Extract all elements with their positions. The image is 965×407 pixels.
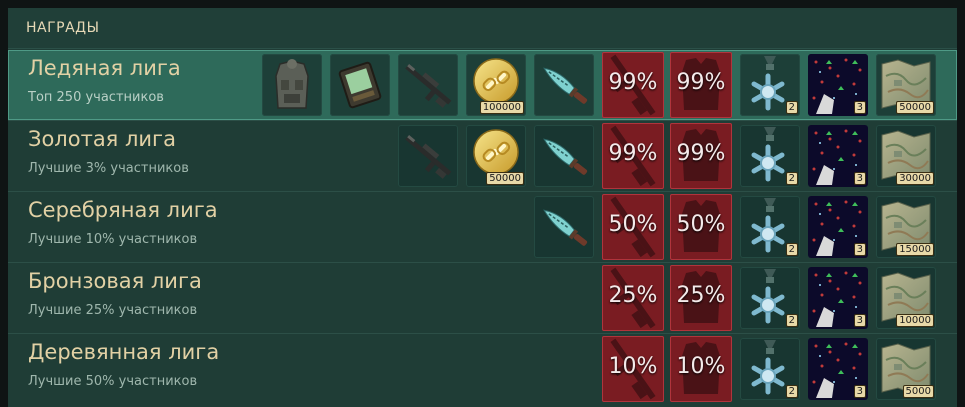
reward-armor-discount[interactable]: 50%	[670, 194, 732, 260]
reward-rifle[interactable]	[398, 54, 458, 116]
reward-armor-vest[interactable]	[262, 54, 322, 116]
league-row-wood[interactable]: Деревянная лига Лучшие 50% участников 10…	[8, 334, 957, 404]
discount-value: 25%	[608, 283, 658, 308]
reward-cards[interactable]: 3	[808, 125, 868, 187]
map-amount: 10000	[896, 314, 934, 327]
discount-value: 99%	[608, 141, 658, 166]
knife-icon	[534, 125, 594, 187]
reward-knife[interactable]	[534, 196, 594, 258]
reward-knife[interactable]	[534, 54, 594, 116]
map-amount: 30000	[896, 172, 934, 185]
reward-medal[interactable]: 2	[740, 125, 800, 187]
rifle-icon	[398, 54, 458, 116]
reward-cards[interactable]: 3	[808, 338, 868, 400]
discount-value: 99%	[676, 70, 726, 95]
reward-weapon-discount[interactable]: 25%	[602, 265, 664, 331]
reward-map[interactable]: 30000	[876, 125, 936, 187]
discount-value: 50%	[608, 212, 658, 237]
reward-armor-discount[interactable]: 99%	[670, 123, 732, 189]
panel-header: НАГРАДЫ	[8, 8, 957, 49]
league-name: Деревянная лига	[28, 340, 220, 364]
medal-count: 2	[785, 101, 798, 114]
reward-medal[interactable]: 2	[740, 196, 800, 258]
reward-medal[interactable]: 2	[740, 54, 800, 116]
league-row-silver[interactable]: Серебряная лига Лучшие 10% участников 50…	[8, 192, 957, 263]
medal-count: 2	[785, 314, 798, 327]
league-requirement: Лучшие 25% участников	[28, 303, 198, 318]
league-row-ice[interactable]: Ледяная лига Топ 250 участников 100000 9…	[8, 50, 957, 121]
reward-weapon-discount[interactable]: 99%	[602, 123, 664, 189]
discount-value: 10%	[676, 354, 726, 379]
panel-title: НАГРАДЫ	[26, 20, 100, 36]
reward-weapon-discount[interactable]: 10%	[602, 336, 664, 402]
reward-rifle[interactable]	[398, 125, 458, 187]
reward-cards[interactable]: 3	[808, 54, 868, 116]
reward-armor-discount[interactable]: 99%	[670, 52, 732, 118]
cards-count: 3	[853, 243, 866, 256]
reward-medal[interactable]: 2	[740, 338, 800, 400]
league-row-gold[interactable]: Золотая лига Лучшие 3% участников 50000 …	[8, 121, 957, 192]
reward-map[interactable]: 50000	[876, 54, 936, 116]
league-row-bronze[interactable]: Бронзовая лига Лучшие 25% участников 25%…	[8, 263, 957, 334]
league-requirement: Лучшие 50% участников	[28, 374, 198, 389]
knife-icon	[534, 196, 594, 258]
knife-icon	[534, 54, 594, 116]
rifle-icon	[398, 125, 458, 187]
cards-count: 3	[853, 172, 866, 185]
device-icon	[330, 54, 390, 116]
reward-coins[interactable]: 50000	[466, 125, 526, 187]
reward-map[interactable]: 10000	[876, 267, 936, 329]
reward-medal[interactable]: 2	[740, 267, 800, 329]
cards-count: 3	[853, 385, 866, 398]
league-requirement: Лучшие 10% участников	[28, 232, 198, 247]
coins-amount: 50000	[486, 172, 524, 185]
coins-amount: 100000	[479, 101, 524, 114]
discount-value: 50%	[676, 212, 726, 237]
league-requirement: Лучшие 3% участников	[28, 161, 189, 176]
reward-armor-discount[interactable]: 25%	[670, 265, 732, 331]
reward-device[interactable]	[330, 54, 390, 116]
league-name: Ледяная лига	[28, 56, 181, 80]
discount-value: 99%	[676, 141, 726, 166]
league-name: Бронзовая лига	[28, 269, 202, 293]
reward-map[interactable]: 15000	[876, 196, 936, 258]
map-amount: 15000	[896, 243, 934, 256]
cards-count: 3	[853, 314, 866, 327]
rewards-panel: НАГРАДЫ Ледяная лига Топ 250 участников …	[8, 8, 957, 407]
medal-count: 2	[785, 385, 798, 398]
reward-map[interactable]: 5000	[876, 338, 936, 400]
league-name: Золотая лига	[28, 127, 176, 151]
reward-armor-discount[interactable]: 10%	[670, 336, 732, 402]
armor-vest-icon	[262, 54, 322, 116]
league-requirement: Топ 250 участников	[28, 90, 164, 105]
reward-cards[interactable]: 3	[808, 196, 868, 258]
map-amount: 50000	[896, 101, 934, 114]
reward-cards[interactable]: 3	[808, 267, 868, 329]
reward-weapon-discount[interactable]: 99%	[602, 52, 664, 118]
medal-count: 2	[785, 243, 798, 256]
reward-weapon-discount[interactable]: 50%	[602, 194, 664, 260]
discount-value: 25%	[676, 283, 726, 308]
reward-knife[interactable]	[534, 125, 594, 187]
cards-count: 3	[853, 101, 866, 114]
reward-coins[interactable]: 100000	[466, 54, 526, 116]
medal-count: 2	[785, 172, 798, 185]
map-amount: 5000	[902, 385, 934, 398]
league-name: Серебряная лига	[28, 198, 218, 222]
discount-value: 99%	[608, 70, 658, 95]
discount-value: 10%	[608, 354, 658, 379]
